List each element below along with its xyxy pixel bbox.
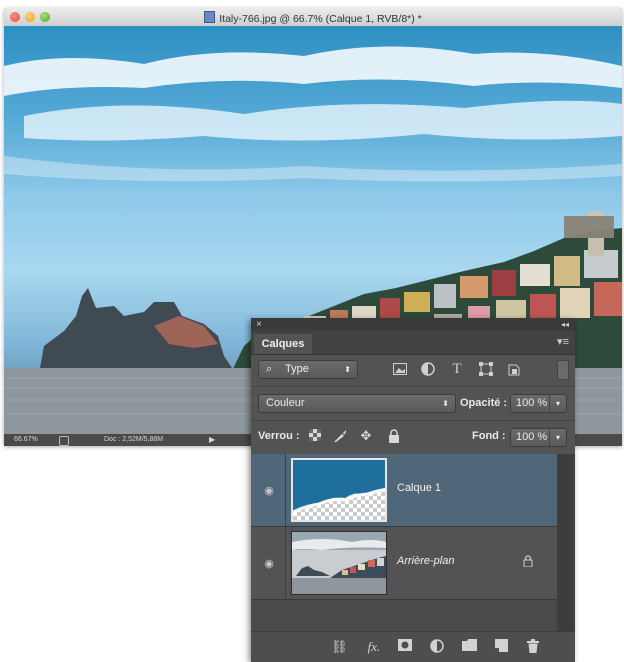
adjustment-filter-icon[interactable] bbox=[419, 360, 437, 378]
lock-image-pixels-icon[interactable] bbox=[333, 429, 347, 443]
status-info-icon[interactable] bbox=[59, 436, 69, 446]
zoom-level[interactable]: 66.67% bbox=[14, 434, 38, 446]
add-mask-icon[interactable] bbox=[397, 639, 413, 655]
status-menu-arrow-icon[interactable]: ▶ bbox=[209, 434, 215, 446]
opacity-dropdown-icon[interactable]: ▾ bbox=[549, 395, 566, 412]
fill-label: Fond : bbox=[472, 430, 506, 442]
window-title-text: Italy-766.jpg @ 66.7% (Calque 1, RVB/8*)… bbox=[219, 13, 422, 25]
filter-toggle-switch[interactable] bbox=[557, 360, 569, 380]
panel-close-icon[interactable]: × bbox=[256, 318, 262, 331]
smart-object-filter-icon[interactable] bbox=[505, 360, 523, 378]
blend-mode-select[interactable]: Couleur ⬍ bbox=[258, 394, 456, 413]
trash-icon[interactable] bbox=[525, 639, 541, 655]
layer-thumbnail[interactable] bbox=[291, 458, 387, 522]
panel-bottom-toolbar: ⛓ fx. bbox=[251, 631, 575, 662]
divider bbox=[251, 420, 575, 421]
shape-filter-icon[interactable] bbox=[477, 360, 495, 378]
fill-dropdown-icon[interactable]: ▾ bbox=[549, 429, 566, 446]
divider bbox=[251, 386, 575, 387]
select-arrows-icon: ⬍ bbox=[442, 399, 449, 408]
opacity-field[interactable]: 100 % ▾ bbox=[510, 394, 567, 413]
search-icon: ⌕ bbox=[266, 363, 273, 375]
layer-name[interactable]: Calque 1 bbox=[397, 482, 441, 494]
lock-position-icon[interactable]: ✥ bbox=[359, 429, 373, 443]
layer-row-arriere-plan[interactable]: ◉ Arrière-plan bbox=[251, 527, 557, 600]
panel-collapse-icon[interactable]: ◂◂ bbox=[561, 318, 569, 331]
layers-list: ◉ Calque 1 ◉ Arrière-plan bbox=[251, 454, 557, 631]
visibility-eye-icon[interactable]: ◉ bbox=[260, 484, 278, 497]
new-layer-icon[interactable] bbox=[493, 639, 509, 655]
layer-thumbnail[interactable] bbox=[291, 531, 387, 595]
select-arrows-icon: ⬍ bbox=[344, 365, 351, 374]
tab-calques[interactable]: Calques bbox=[254, 334, 312, 354]
layer-row-calque-1[interactable]: ◉ Calque 1 bbox=[251, 454, 557, 527]
title-bar[interactable]: Italy-766.jpg @ 66.7% (Calque 1, RVB/8*)… bbox=[4, 8, 622, 27]
layer-lock-icon bbox=[523, 555, 533, 570]
divider bbox=[285, 454, 286, 526]
fx-icon[interactable]: fx. bbox=[363, 639, 385, 655]
lock-transparent-pixels-icon[interactable] bbox=[308, 429, 322, 443]
type-filter-icon[interactable]: T bbox=[448, 360, 466, 378]
panel-menu-icon[interactable]: ▾≡ bbox=[557, 335, 569, 348]
layers-panel: × ◂◂ Calques ▾≡ ⌕ Type ⬍ T Couleur ⬍ Opa… bbox=[251, 318, 575, 662]
fill-value: 100 % bbox=[516, 431, 548, 443]
adjustment-layer-icon[interactable] bbox=[429, 639, 445, 655]
window-title: Italy-766.jpg @ 66.7% (Calque 1, RVB/8*)… bbox=[4, 11, 622, 25]
panel-tab-row: Calques ▾≡ bbox=[251, 331, 575, 355]
layers-scrollbar[interactable] bbox=[557, 454, 575, 631]
layer-name[interactable]: Arrière-plan bbox=[397, 555, 454, 567]
blend-mode-value: Couleur bbox=[266, 397, 305, 409]
panel-header[interactable]: × ◂◂ bbox=[251, 318, 575, 331]
image-filter-icon[interactable] bbox=[391, 360, 409, 378]
document-size: Doc : 2,52M/5,88M bbox=[104, 436, 164, 443]
opacity-value: 100 % bbox=[516, 397, 548, 409]
visibility-eye-icon[interactable]: ◉ bbox=[260, 557, 278, 570]
new-group-icon[interactable] bbox=[461, 639, 477, 655]
fill-field[interactable]: 100 % ▾ bbox=[510, 428, 567, 447]
filter-kind-select[interactable]: ⌕ Type ⬍ bbox=[258, 360, 358, 379]
file-icon bbox=[204, 11, 216, 23]
filter-kind-label: Type bbox=[285, 363, 309, 375]
opacity-label: Opacité : bbox=[460, 397, 508, 409]
lock-label: Verrou : bbox=[258, 430, 300, 442]
lock-all-icon[interactable] bbox=[387, 429, 401, 443]
link-layers-icon[interactable]: ⛓ bbox=[331, 639, 348, 655]
divider bbox=[285, 527, 286, 599]
